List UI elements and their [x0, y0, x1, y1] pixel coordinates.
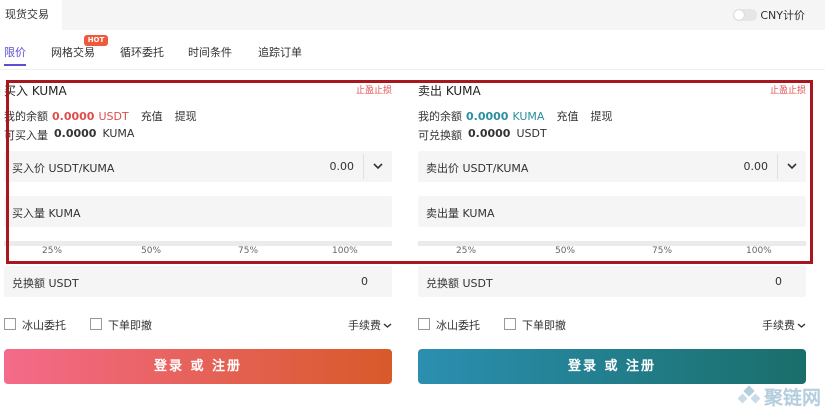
buy-withdraw-link[interactable]: 提现 [175, 108, 197, 124]
buy-fee-label: 手续费 [348, 319, 381, 332]
sell-total-value: 0 [775, 275, 782, 288]
buy-available-unit: KUMA [102, 127, 135, 140]
buy-price-input[interactable]: 买入价 USDT/KUMA 0.00 [4, 151, 392, 182]
buy-ioc-label: 下单即撤 [108, 319, 152, 332]
sell-total-input[interactable]: 兑换额 USDT 0 [418, 266, 806, 297]
sell-withdraw-link[interactable]: 提现 [590, 108, 612, 124]
sell-percent-labels: 25% 50% 75% 100% [418, 246, 806, 260]
buy-login-button[interactable]: 登录 或 注册 [4, 349, 392, 384]
buy-pct-100[interactable]: 100% [332, 246, 358, 256]
active-tab-indicator [4, 64, 26, 66]
tab-limit[interactable]: 限价 [4, 44, 26, 60]
chevron-down-icon [797, 322, 806, 328]
tab-loop[interactable]: 循环委托 [120, 44, 164, 60]
buy-fee-dropdown[interactable]: 手续费 [348, 317, 392, 333]
sell-amount-label: 卖出量 KUMA [426, 207, 495, 220]
buy-balance-row: 我的余额 0.0000 USDT 充值 提现 [4, 108, 197, 124]
top-bar: 现货交易 CNY计价 [0, 0, 825, 30]
sell-ioc-checkbox[interactable] [504, 318, 516, 330]
buy-panel: 买入 KUMA 止盈止损 我的余额 0.0000 USDT 充值 提现 可买入量… [4, 70, 392, 410]
buy-total-input[interactable]: 兑换额 USDT 0 [4, 266, 392, 297]
sell-price-label: 卖出价 USDT/KUMA [426, 162, 529, 175]
sell-price-value: 0.00 [743, 160, 769, 173]
hot-badge: HOT [84, 35, 108, 46]
sell-iceberg-checkbox[interactable] [418, 318, 430, 330]
buy-balance-value: 0.0000 [52, 109, 95, 123]
chevron-down-icon [383, 322, 392, 328]
tab-time-condition[interactable]: 时间条件 [188, 44, 232, 60]
toggle-switch[interactable] [733, 9, 758, 21]
sell-pct-25[interactable]: 25% [456, 246, 476, 256]
sell-balance-row: 我的余额 0.0000 KUMA 充值 提现 [418, 108, 612, 124]
buy-options-row: 冰山委托 下单即撤 手续费 [4, 316, 392, 332]
buy-price-label: 买入价 USDT/KUMA [12, 162, 115, 175]
buy-pct-25[interactable]: 25% [42, 246, 62, 256]
cny-toggle[interactable]: CNY计价 [733, 5, 805, 25]
sell-stop-loss-link[interactable]: 止盈止损 [770, 83, 806, 96]
sell-iceberg-label: 冰山委托 [436, 319, 480, 332]
sell-available-row: 可兑换额 0.0000 USDT [418, 127, 547, 143]
sell-available-unit: USDT [516, 127, 547, 140]
sell-fee-label: 手续费 [762, 319, 795, 332]
sell-balance-value: 0.0000 [466, 109, 509, 123]
sell-price-separator [777, 154, 778, 179]
sell-balance-label: 我的余额 [418, 110, 462, 123]
sell-ioc-label: 下单即撤 [522, 319, 566, 332]
buy-percent-labels: 25% 50% 75% 100% [4, 246, 392, 260]
sell-panel: 卖出 KUMA 止盈止损 我的余额 0.0000 KUMA 充值 提现 可兑换额… [418, 70, 806, 410]
tab-spot-trading[interactable]: 现货交易 [0, 0, 62, 30]
sell-available-label: 可兑换额 [418, 129, 462, 142]
cny-toggle-label: CNY计价 [760, 9, 805, 22]
buy-total-value: 0 [361, 275, 368, 288]
buy-pct-75[interactable]: 75% [238, 246, 258, 256]
sell-balance-unit: KUMA [512, 109, 545, 123]
tab-trailing[interactable]: 追踪订单 [258, 44, 302, 60]
buy-available-value: 0.0000 [54, 127, 97, 140]
order-type-tabs: 限价 网格交易 循环委托 时间条件 追踪订单 [0, 30, 825, 70]
buy-available-row: 可买入量 0.0000 KUMA [4, 127, 134, 143]
buy-available-label: 可买入量 [4, 129, 48, 142]
sell-pct-50[interactable]: 50% [555, 246, 575, 256]
buy-amount-input[interactable]: 买入量 KUMA [4, 196, 392, 227]
sell-deposit-link[interactable]: 充值 [556, 108, 578, 124]
sell-amount-input[interactable]: 卖出量 KUMA [418, 196, 806, 227]
sell-fee-dropdown[interactable]: 手续费 [762, 317, 806, 333]
buy-price-separator [363, 154, 364, 179]
chevron-down-icon[interactable] [372, 161, 384, 171]
buy-price-value: 0.00 [329, 160, 355, 173]
watermark-text: 聚链网 [763, 387, 821, 409]
buy-deposit-link[interactable]: 充值 [141, 108, 163, 124]
buy-stop-loss-link[interactable]: 止盈止损 [356, 83, 392, 96]
sell-login-button[interactable]: 登录 或 注册 [418, 349, 806, 384]
buy-title: 买入 KUMA [4, 84, 67, 98]
tab-grid[interactable]: 网格交易 [51, 44, 95, 60]
buy-ioc-checkbox[interactable] [90, 318, 102, 330]
buy-amount-label: 买入量 KUMA [12, 207, 81, 220]
sell-price-input[interactable]: 卖出价 USDT/KUMA 0.00 [418, 151, 806, 182]
buy-pct-50[interactable]: 50% [141, 246, 161, 256]
watermark-logo-icon [737, 384, 761, 403]
buy-balance-label: 我的余额 [4, 110, 48, 123]
buy-iceberg-checkbox[interactable] [4, 318, 16, 330]
sell-title: 卖出 KUMA [418, 84, 481, 98]
buy-total-label: 兑换额 USDT [12, 277, 79, 290]
sell-pct-100[interactable]: 100% [746, 246, 772, 256]
sell-pct-75[interactable]: 75% [652, 246, 672, 256]
sell-total-label: 兑换额 USDT [426, 277, 493, 290]
sell-available-value: 0.0000 [468, 127, 511, 140]
buy-balance-unit: USDT [98, 109, 129, 123]
buy-iceberg-label: 冰山委托 [22, 319, 66, 332]
sell-options-row: 冰山委托 下单即撤 手续费 [418, 316, 806, 332]
chevron-down-icon[interactable] [786, 161, 798, 171]
watermark: 聚链网 [737, 383, 821, 410]
